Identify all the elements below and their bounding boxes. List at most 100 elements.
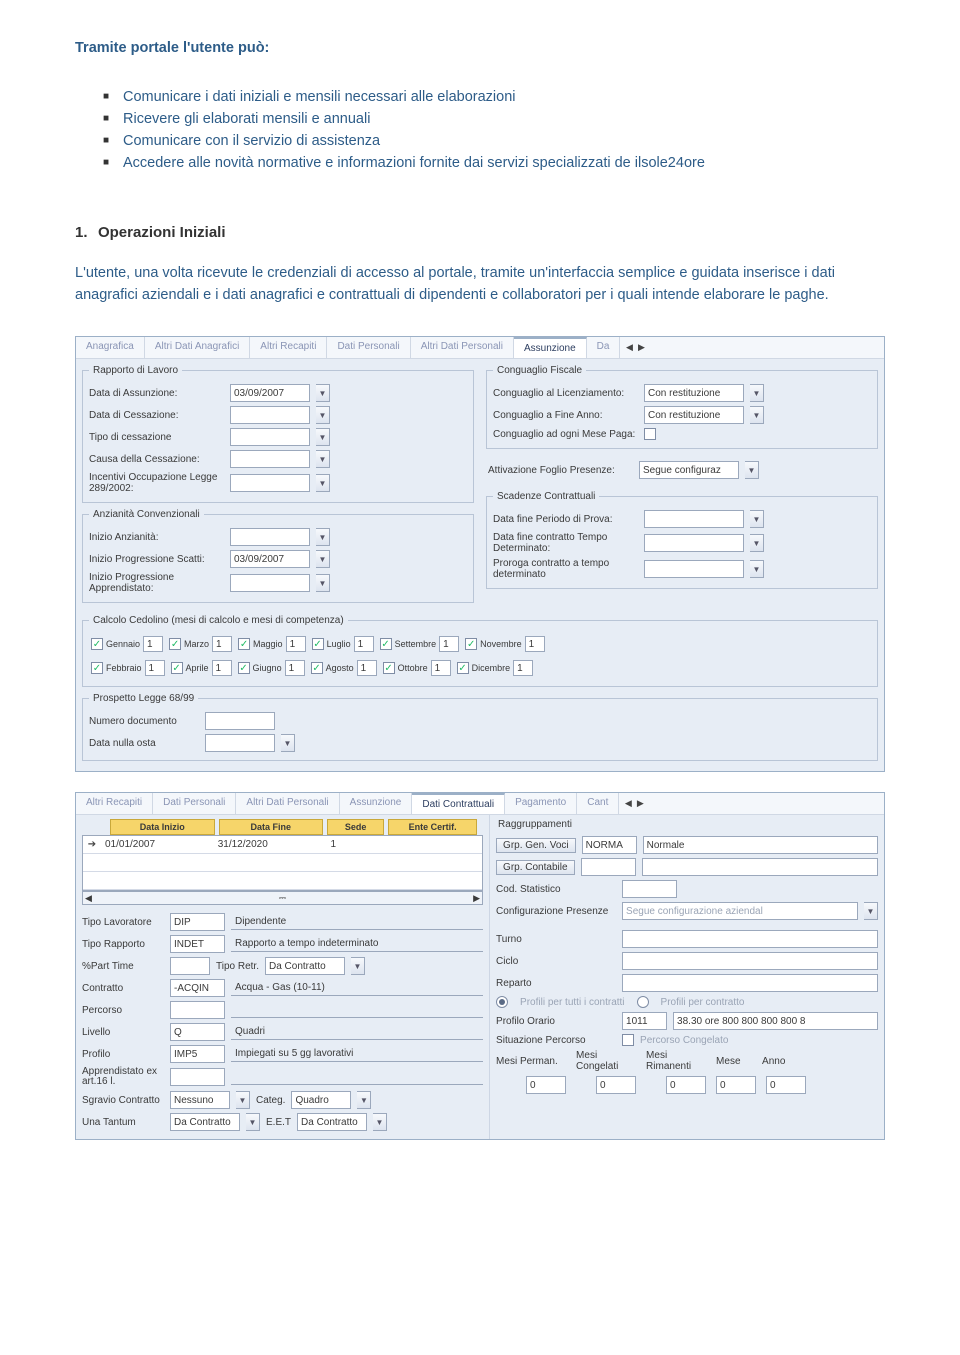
tab-altri-dati-anagrafici[interactable]: Altri Dati Anagrafici bbox=[145, 337, 250, 358]
incentivi-input[interactable] bbox=[230, 474, 310, 492]
month-value[interactable]: 1 bbox=[525, 636, 545, 652]
fine-tempodet-input[interactable] bbox=[644, 534, 744, 552]
percorso-congelato-checkbox[interactable] bbox=[622, 1034, 634, 1046]
tab-truncated[interactable]: Da bbox=[587, 337, 621, 358]
tab-assunzione[interactable]: Assunzione bbox=[340, 793, 413, 814]
profilo-code[interactable]: IMP5 bbox=[170, 1045, 225, 1063]
dropdown-icon[interactable]: ▼ bbox=[281, 734, 295, 752]
dropdown-icon[interactable]: ▼ bbox=[316, 428, 330, 446]
month-checkbox[interactable]: ✓ bbox=[171, 662, 183, 674]
tab-scroll-left-icon[interactable]: ◀ bbox=[624, 342, 634, 354]
sgravio-input[interactable]: Nessuno bbox=[170, 1091, 230, 1109]
dropdown-icon[interactable]: ▼ bbox=[316, 406, 330, 424]
tab-scroll-left-icon[interactable]: ◀ bbox=[623, 798, 633, 810]
profilo-orario-code[interactable]: 1011 bbox=[622, 1012, 667, 1030]
dropdown-icon[interactable]: ▼ bbox=[246, 1113, 260, 1131]
month-value[interactable]: 1 bbox=[357, 660, 377, 676]
proroga-input[interactable] bbox=[644, 560, 744, 578]
tab-dati-contrattuali[interactable]: Dati Contrattuali bbox=[412, 793, 505, 814]
categ-input[interactable]: Quadro bbox=[291, 1091, 351, 1109]
month-value[interactable]: 1 bbox=[431, 660, 451, 676]
dropdown-icon[interactable]: ▼ bbox=[750, 534, 764, 552]
fine-prova-input[interactable] bbox=[644, 510, 744, 528]
month-checkbox[interactable]: ✓ bbox=[238, 662, 250, 674]
grp-contabile-button[interactable]: Grp. Contabile bbox=[496, 860, 574, 875]
dropdown-icon[interactable]: ▼ bbox=[750, 384, 764, 402]
month-value[interactable]: 1 bbox=[354, 636, 374, 652]
conguaglio-mesepaga-checkbox[interactable] bbox=[644, 428, 656, 440]
month-checkbox[interactable]: ✓ bbox=[91, 638, 103, 650]
ciclo-input[interactable] bbox=[622, 952, 878, 970]
dropdown-icon[interactable]: ▼ bbox=[745, 461, 759, 479]
dropdown-icon[interactable]: ▼ bbox=[373, 1113, 387, 1131]
month-checkbox[interactable]: ✓ bbox=[169, 638, 181, 650]
month-value[interactable]: 1 bbox=[212, 660, 232, 676]
month-checkbox[interactable]: ✓ bbox=[457, 662, 469, 674]
row-selector-icon[interactable]: ➔ bbox=[83, 839, 101, 850]
dropdown-icon[interactable]: ▼ bbox=[316, 550, 330, 568]
table-row[interactable] bbox=[83, 872, 482, 890]
foglio-presenze-input[interactable]: Segue configuraz bbox=[639, 461, 739, 479]
dropdown-icon[interactable]: ▼ bbox=[236, 1091, 250, 1109]
livello-code[interactable]: Q bbox=[170, 1023, 225, 1041]
dropdown-icon[interactable]: ▼ bbox=[750, 560, 764, 578]
dropdown-icon[interactable]: ▼ bbox=[750, 406, 764, 424]
inizio-anzianita-input[interactable] bbox=[230, 528, 310, 546]
month-value[interactable]: 1 bbox=[212, 636, 232, 652]
tab-scroll-right-icon[interactable]: ▶ bbox=[635, 798, 645, 810]
periods-grid[interactable]: ➔ 01/01/2007 31/12/2020 1 bbox=[82, 835, 483, 891]
conguaglio-licenziamento-input[interactable]: Con restituzione bbox=[644, 384, 744, 402]
tipo-lavoratore-code[interactable]: DIP bbox=[170, 913, 225, 931]
conguaglio-fineanno-input[interactable]: Con restituzione bbox=[644, 406, 744, 424]
tab-dati-personali[interactable]: Dati Personali bbox=[153, 793, 236, 814]
tab-dati-personali[interactable]: Dati Personali bbox=[327, 337, 410, 358]
dropdown-icon[interactable]: ▼ bbox=[357, 1091, 371, 1109]
tab-altri-recapiti[interactable]: Altri Recapiti bbox=[76, 793, 153, 814]
reparto-input[interactable] bbox=[622, 974, 878, 992]
progressione-scatti-input[interactable]: 03/09/2007 bbox=[230, 550, 310, 568]
tipo-retr-input[interactable]: Da Contratto bbox=[265, 957, 345, 975]
month-checkbox[interactable]: ✓ bbox=[380, 638, 392, 650]
month-value[interactable]: 1 bbox=[145, 660, 165, 676]
eet-input[interactable]: Da Contratto bbox=[297, 1113, 367, 1131]
data-nullaosta-input[interactable] bbox=[205, 734, 275, 752]
dropdown-icon[interactable]: ▼ bbox=[750, 510, 764, 528]
table-row[interactable]: ➔ 01/01/2007 31/12/2020 1 bbox=[83, 836, 482, 854]
month-checkbox[interactable]: ✓ bbox=[465, 638, 477, 650]
table-row[interactable] bbox=[83, 854, 482, 872]
cod-statistico-input[interactable] bbox=[622, 880, 677, 898]
progressione-apprendistato-input[interactable] bbox=[230, 574, 310, 592]
causa-cessazione-input[interactable] bbox=[230, 450, 310, 468]
dropdown-icon[interactable]: ▼ bbox=[864, 902, 878, 920]
grp-gen-voci-button[interactable]: Grp. Gen. Voci bbox=[496, 838, 576, 853]
configurazione-presenze-input[interactable]: Segue configurazione aziendal bbox=[622, 902, 858, 920]
month-checkbox[interactable]: ✓ bbox=[383, 662, 395, 674]
scroll-right-icon[interactable]: ▶ bbox=[473, 893, 480, 904]
grid-scrollbar[interactable]: ◀⎓▶ bbox=[82, 891, 483, 905]
month-value[interactable]: 1 bbox=[513, 660, 533, 676]
tipo-cessazione-input[interactable] bbox=[230, 428, 310, 446]
tab-truncated[interactable]: Cant bbox=[577, 793, 619, 814]
radio-profili-contratto[interactable] bbox=[637, 996, 649, 1008]
tab-scroll-right-icon[interactable]: ▶ bbox=[636, 342, 646, 354]
contratto-code[interactable]: -ACQIN bbox=[170, 979, 225, 997]
grp-voci-code[interactable]: NORMA bbox=[582, 836, 637, 854]
tab-anagrafica[interactable]: Anagrafica bbox=[76, 337, 145, 358]
data-cessazione-input[interactable] bbox=[230, 406, 310, 424]
month-value[interactable]: 1 bbox=[439, 636, 459, 652]
tab-altri-dati-personali[interactable]: Altri Dati Personali bbox=[411, 337, 514, 358]
radio-profili-tutti[interactable] bbox=[496, 996, 508, 1008]
scroll-left-icon[interactable]: ◀ bbox=[85, 893, 92, 904]
tab-altri-dati-personali[interactable]: Altri Dati Personali bbox=[236, 793, 339, 814]
month-checkbox[interactable]: ✓ bbox=[312, 638, 324, 650]
dropdown-icon[interactable]: ▼ bbox=[316, 574, 330, 592]
apprendistato-input[interactable] bbox=[170, 1068, 225, 1086]
month-value[interactable]: 1 bbox=[143, 636, 163, 652]
month-checkbox[interactable]: ✓ bbox=[238, 638, 250, 650]
parttime-input[interactable] bbox=[170, 957, 210, 975]
tab-altri-recapiti[interactable]: Altri Recapiti bbox=[250, 337, 327, 358]
dropdown-icon[interactable]: ▼ bbox=[351, 957, 365, 975]
month-checkbox[interactable]: ✓ bbox=[91, 662, 103, 674]
month-value[interactable]: 1 bbox=[286, 636, 306, 652]
dropdown-icon[interactable]: ▼ bbox=[316, 528, 330, 546]
